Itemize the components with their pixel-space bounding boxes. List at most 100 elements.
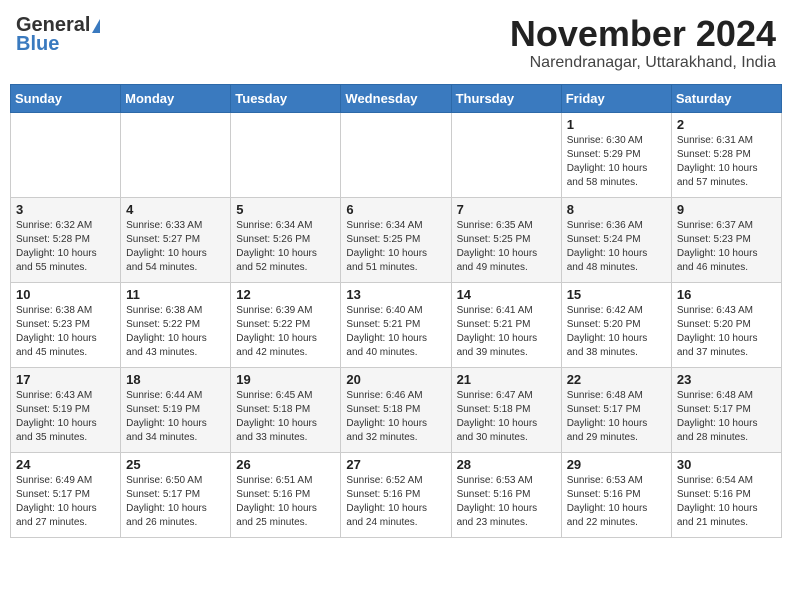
- day-number: 24: [16, 457, 115, 472]
- week-row-5: 24Sunrise: 6:49 AMSunset: 5:17 PMDayligh…: [11, 452, 782, 537]
- day-number: 13: [346, 287, 445, 302]
- day-number: 4: [126, 202, 225, 217]
- day-info: Sunrise: 6:45 AMSunset: 5:18 PMDaylight:…: [236, 389, 335, 445]
- calendar-cell: [11, 112, 121, 197]
- logo-blue: Blue: [16, 33, 59, 56]
- day-number: 1: [567, 117, 666, 132]
- calendar-cell: 17 Sunrise: 6:43 AMSunset: 5:19 PMDayligh…: [11, 367, 121, 452]
- calendar-cell: 26 Sunrise: 6:51 AMSunset: 5:16 PMDayligh…: [231, 452, 341, 537]
- day-info: Sunrise: 6:38 AMSunset: 5:23 PMDaylight:…: [16, 304, 115, 360]
- day-number: 29: [567, 457, 666, 472]
- calendar-cell: 19 Sunrise: 6:45 AMSunset: 5:18 PMDayligh…: [231, 367, 341, 452]
- calendar-cell: [341, 112, 451, 197]
- day-info: Sunrise: 6:32 AMSunset: 5:28 PMDaylight:…: [16, 219, 115, 275]
- calendar-cell: 15Sunrise: 6:42 AMSunset: 5:20 PMDayligh…: [561, 282, 671, 367]
- calendar-cell: 29 Sunrise: 6:53 AMSunset: 5:16 PMDayligh…: [561, 452, 671, 537]
- calendar-cell: 12 Sunrise: 6:39 AMSunset: 5:22 PMDayligh…: [231, 282, 341, 367]
- calendar-cell: 18 Sunrise: 6:44 AMSunset: 5:19 PMDayligh…: [121, 367, 231, 452]
- day-header-wednesday: Wednesday: [341, 84, 451, 112]
- calendar-table: SundayMondayTuesdayWednesdayThursdayFrid…: [10, 84, 782, 538]
- calendar-cell: 6 Sunrise: 6:34 AMSunset: 5:25 PMDaylight…: [341, 197, 451, 282]
- day-number: 5: [236, 202, 335, 217]
- day-header-thursday: Thursday: [451, 84, 561, 112]
- day-number: 19: [236, 372, 335, 387]
- day-info: Sunrise: 6:42 AMSunset: 5:20 PMDaylight:…: [567, 304, 666, 360]
- day-info: Sunrise: 6:34 AMSunset: 5:26 PMDaylight:…: [236, 219, 335, 275]
- calendar-cell: 2Sunrise: 6:31 AMSunset: 5:28 PMDaylight…: [671, 112, 781, 197]
- day-number: 3: [16, 202, 115, 217]
- day-header-monday: Monday: [121, 84, 231, 112]
- calendar-cell: 1 Sunrise: 6:30 AMSunset: 5:29 PMDaylight…: [561, 112, 671, 197]
- day-header-tuesday: Tuesday: [231, 84, 341, 112]
- calendar-cell: 9 Sunrise: 6:37 AMSunset: 5:23 PMDaylight…: [671, 197, 781, 282]
- calendar-cell: 5 Sunrise: 6:34 AMSunset: 5:26 PMDaylight…: [231, 197, 341, 282]
- day-info: Sunrise: 6:48 AMSunset: 5:17 PMDaylight:…: [677, 389, 776, 445]
- day-info: Sunrise: 6:40 AMSunset: 5:21 PMDaylight:…: [346, 304, 445, 360]
- day-number: 26: [236, 457, 335, 472]
- day-info: Sunrise: 6:44 AMSunset: 5:19 PMDaylight:…: [126, 389, 225, 445]
- calendar-cell: 4 Sunrise: 6:33 AMSunset: 5:27 PMDaylight…: [121, 197, 231, 282]
- day-info: Sunrise: 6:37 AMSunset: 5:23 PMDaylight:…: [677, 219, 776, 275]
- location: Narendranagar, Uttarakhand, India: [510, 54, 776, 72]
- calendar-cell: [451, 112, 561, 197]
- calendar-cell: 27 Sunrise: 6:52 AMSunset: 5:16 PMDayligh…: [341, 452, 451, 537]
- logo-icon: [92, 19, 100, 33]
- day-number: 25: [126, 457, 225, 472]
- day-info: Sunrise: 6:53 AMSunset: 5:16 PMDaylight:…: [457, 474, 556, 530]
- calendar-cell: 22Sunrise: 6:48 AMSunset: 5:17 PMDayligh…: [561, 367, 671, 452]
- day-number: 30: [677, 457, 776, 472]
- calendar-cell: 14 Sunrise: 6:41 AMSunset: 5:21 PMDayligh…: [451, 282, 561, 367]
- calendar-cell: 24Sunrise: 6:49 AMSunset: 5:17 PMDayligh…: [11, 452, 121, 537]
- day-info: Sunrise: 6:34 AMSunset: 5:25 PMDaylight:…: [346, 219, 445, 275]
- calendar-header-row: SundayMondayTuesdayWednesdayThursdayFrid…: [11, 84, 782, 112]
- calendar-cell: 13 Sunrise: 6:40 AMSunset: 5:21 PMDayligh…: [341, 282, 451, 367]
- day-number: 14: [457, 287, 556, 302]
- week-row-1: 1 Sunrise: 6:30 AMSunset: 5:29 PMDaylight…: [11, 112, 782, 197]
- day-number: 17: [16, 372, 115, 387]
- month-title: November 2024: [510, 14, 776, 54]
- day-info: Sunrise: 6:48 AMSunset: 5:17 PMDaylight:…: [567, 389, 666, 445]
- day-info: Sunrise: 6:51 AMSunset: 5:16 PMDaylight:…: [236, 474, 335, 530]
- day-number: 28: [457, 457, 556, 472]
- week-row-4: 17 Sunrise: 6:43 AMSunset: 5:19 PMDayligh…: [11, 367, 782, 452]
- day-info: Sunrise: 6:39 AMSunset: 5:22 PMDaylight:…: [236, 304, 335, 360]
- day-number: 6: [346, 202, 445, 217]
- day-info: Sunrise: 6:46 AMSunset: 5:18 PMDaylight:…: [346, 389, 445, 445]
- day-number: 11: [126, 287, 225, 302]
- day-info: Sunrise: 6:43 AMSunset: 5:20 PMDaylight:…: [677, 304, 776, 360]
- day-info: Sunrise: 6:43 AMSunset: 5:19 PMDaylight:…: [16, 389, 115, 445]
- calendar-cell: 11 Sunrise: 6:38 AMSunset: 5:22 PMDayligh…: [121, 282, 231, 367]
- day-number: 21: [457, 372, 556, 387]
- day-number: 9: [677, 202, 776, 217]
- calendar-cell: 30 Sunrise: 6:54 AMSunset: 5:16 PMDayligh…: [671, 452, 781, 537]
- day-header-friday: Friday: [561, 84, 671, 112]
- day-number: 8: [567, 202, 666, 217]
- day-info: Sunrise: 6:53 AMSunset: 5:16 PMDaylight:…: [567, 474, 666, 530]
- calendar-cell: 8 Sunrise: 6:36 AMSunset: 5:24 PMDaylight…: [561, 197, 671, 282]
- day-info: Sunrise: 6:38 AMSunset: 5:22 PMDaylight:…: [126, 304, 225, 360]
- day-info: Sunrise: 6:36 AMSunset: 5:24 PMDaylight:…: [567, 219, 666, 275]
- day-number: 16: [677, 287, 776, 302]
- day-info: Sunrise: 6:41 AMSunset: 5:21 PMDaylight:…: [457, 304, 556, 360]
- day-header-saturday: Saturday: [671, 84, 781, 112]
- title-area: November 2024 Narendranagar, Uttarakhand…: [510, 14, 776, 72]
- day-info: Sunrise: 6:54 AMSunset: 5:16 PMDaylight:…: [677, 474, 776, 530]
- week-row-2: 3 Sunrise: 6:32 AMSunset: 5:28 PMDaylight…: [11, 197, 782, 282]
- calendar-cell: 25Sunrise: 6:50 AMSunset: 5:17 PMDayligh…: [121, 452, 231, 537]
- calendar-cell: 3 Sunrise: 6:32 AMSunset: 5:28 PMDaylight…: [11, 197, 121, 282]
- day-number: 10: [16, 287, 115, 302]
- calendar-cell: 21Sunrise: 6:47 AMSunset: 5:18 PMDayligh…: [451, 367, 561, 452]
- day-number: 12: [236, 287, 335, 302]
- day-info: Sunrise: 6:30 AMSunset: 5:29 PMDaylight:…: [567, 134, 666, 190]
- page-header: General Blue November 2024 Narendranagar…: [10, 10, 782, 76]
- calendar-cell: 16 Sunrise: 6:43 AMSunset: 5:20 PMDayligh…: [671, 282, 781, 367]
- calendar-cell: 23Sunrise: 6:48 AMSunset: 5:17 PMDayligh…: [671, 367, 781, 452]
- day-info: Sunrise: 6:35 AMSunset: 5:25 PMDaylight:…: [457, 219, 556, 275]
- calendar-cell: 7Sunrise: 6:35 AMSunset: 5:25 PMDaylight…: [451, 197, 561, 282]
- day-info: Sunrise: 6:52 AMSunset: 5:16 PMDaylight:…: [346, 474, 445, 530]
- day-number: 27: [346, 457, 445, 472]
- day-info: Sunrise: 6:31 AMSunset: 5:28 PMDaylight:…: [677, 134, 776, 190]
- day-info: Sunrise: 6:33 AMSunset: 5:27 PMDaylight:…: [126, 219, 225, 275]
- day-number: 18: [126, 372, 225, 387]
- calendar-cell: 20Sunrise: 6:46 AMSunset: 5:18 PMDayligh…: [341, 367, 451, 452]
